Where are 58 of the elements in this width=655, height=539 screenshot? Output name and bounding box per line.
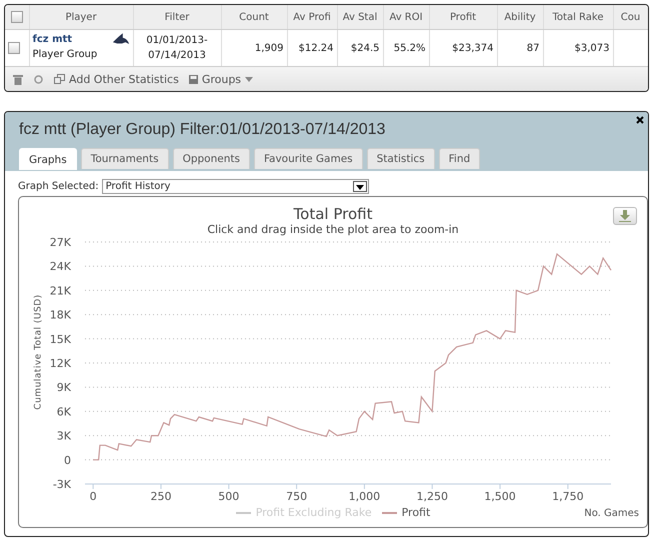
- tab[interactable]: Tournaments: [80, 148, 169, 169]
- caret-icon: [356, 185, 364, 190]
- legend-item[interactable]: Profit: [382, 506, 430, 519]
- graph-select-label: Graph Selected:: [18, 181, 99, 192]
- y-tick-label: 12K: [50, 357, 71, 370]
- copy-icon: [54, 74, 65, 84]
- x-tick-label: 1,750: [552, 490, 584, 503]
- download-button[interactable]: [613, 207, 637, 225]
- chart-title: Total Profit: [294, 205, 372, 223]
- shark-icon: [112, 32, 130, 47]
- column-header[interactable]: Cou: [613, 5, 648, 30]
- tab[interactable]: Favourite Games: [254, 148, 363, 169]
- x-tick-label: 0: [90, 490, 97, 503]
- y-tick-label: 24K: [50, 260, 71, 274]
- y-tick-label: 27K: [50, 236, 71, 249]
- y-tick-label: 3K: [56, 430, 71, 443]
- x-tick-label: 1,500: [484, 490, 516, 503]
- column-header[interactable]: Av ROI: [383, 5, 429, 30]
- select-all-checkbox[interactable]: [10, 11, 23, 23]
- column-header[interactable]: Filter: [133, 5, 221, 30]
- column-header[interactable]: Profit: [429, 5, 497, 30]
- y-tick-label: -3K: [52, 478, 71, 491]
- save-icon: [188, 74, 198, 84]
- player-link[interactable]: fcz mtt: [32, 34, 72, 45]
- y-tick-label: 0: [64, 454, 71, 467]
- column-header[interactable]: Ability: [497, 5, 543, 30]
- y-axis-label: Cumulative Total (USD): [34, 294, 44, 410]
- x-tick-label: 1,000: [348, 490, 380, 503]
- download-icon: [619, 210, 631, 222]
- tab[interactable]: Opponents: [172, 148, 250, 169]
- x-tick-label: 250: [150, 490, 172, 503]
- column-header[interactable]: Total Rake: [543, 5, 613, 30]
- y-tick-label: 9K: [56, 381, 71, 394]
- trash-icon[interactable]: [13, 74, 23, 84]
- x-axis-label: No. Games: [584, 508, 639, 519]
- row-checkbox[interactable]: [8, 42, 20, 54]
- column-header[interactable]: Av Stal: [337, 5, 383, 30]
- player-group-label: Player Group: [32, 49, 98, 60]
- y-tick-label: 21K: [50, 284, 71, 298]
- chart-subtitle: Click and drag inside the plot area to zoom-in: [207, 223, 459, 236]
- y-tick-label: 18K: [50, 308, 71, 322]
- x-tick-label: 750: [286, 490, 308, 503]
- y-tick-label: 15K: [50, 332, 71, 346]
- graph-select[interactable]: Profit History: [102, 179, 369, 194]
- groups-button[interactable]: Groups: [188, 72, 254, 86]
- column-header[interactable]: Player: [29, 5, 133, 30]
- y-tick-label: 6K: [56, 405, 71, 418]
- add-statistics-button[interactable]: Add Other Statistics: [54, 72, 179, 86]
- column-header[interactable]: Count: [221, 5, 287, 30]
- column-header[interactable]: Av Profi: [287, 5, 337, 30]
- tab[interactable]: Statistics: [366, 148, 435, 169]
- tab[interactable]: Graphs: [19, 148, 77, 170]
- tab[interactable]: Find: [438, 148, 480, 169]
- caret-icon: [245, 76, 254, 82]
- x-tick-label: 500: [218, 490, 240, 503]
- close-icon[interactable]: [636, 116, 644, 124]
- panel-title: fcz mtt (Player Group) Filter:01/01/2013-07/14/2013: [19, 121, 386, 140]
- x-tick-label: 1,250: [416, 490, 448, 503]
